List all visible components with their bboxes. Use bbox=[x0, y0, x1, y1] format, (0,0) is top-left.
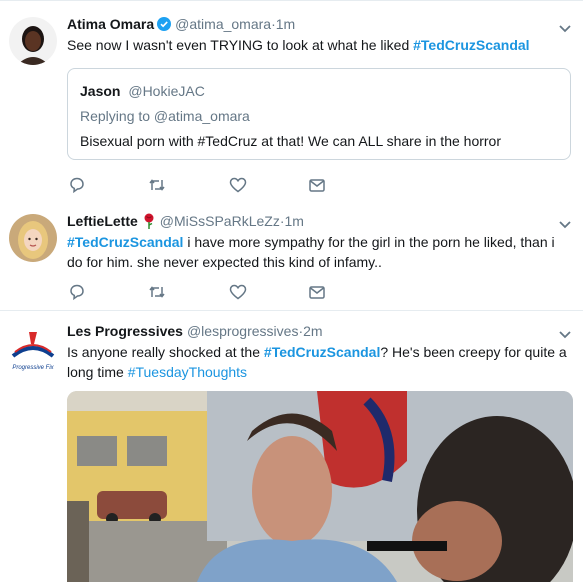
tweet-text: See now I wasn't even TRYING to look at … bbox=[67, 35, 567, 55]
media-photo bbox=[67, 391, 573, 582]
avatar[interactable] bbox=[9, 17, 57, 65]
retweet-icon[interactable] bbox=[147, 282, 167, 302]
tweet-media-image[interactable] bbox=[67, 391, 573, 582]
tweet-text-part1: Is anyone really shocked at the bbox=[67, 344, 264, 360]
quoted-tweet-text: Bisexual porn with #TedCruz at that! We … bbox=[80, 133, 502, 149]
tweet-text-line2: long time bbox=[67, 364, 128, 380]
rose-emoji-icon bbox=[142, 213, 156, 229]
tweet-text-line1: i have more sympathy for the girl in the… bbox=[183, 234, 555, 250]
tweet-text-body: See now I wasn't even TRYING to look at … bbox=[67, 37, 414, 53]
tweet-text: Is anyone really shocked at the #TedCruz… bbox=[67, 342, 567, 382]
logo-text: Progressive Fix bbox=[12, 365, 54, 371]
caret-down-icon[interactable] bbox=[557, 326, 573, 342]
like-icon[interactable] bbox=[228, 175, 248, 195]
hashtag-link[interactable]: #TedCruzScandal bbox=[413, 37, 529, 53]
tweet-text-part2: ? He's been creepy for quite a bbox=[380, 344, 567, 360]
caret-down-icon[interactable] bbox=[557, 216, 573, 232]
quoted-tweet[interactable]: Jason @HokieJAC Replying to @atima_omara… bbox=[67, 68, 571, 160]
quoted-display-name: Jason bbox=[80, 83, 121, 99]
like-icon[interactable] bbox=[228, 282, 248, 302]
timestamp[interactable]: 2m bbox=[303, 323, 322, 339]
timestamp[interactable]: 1m bbox=[285, 213, 304, 229]
verified-badge-icon bbox=[157, 17, 172, 31]
user-handle[interactable]: @MiSsSPaRkLeZz bbox=[160, 213, 280, 229]
tweet-leftielette[interactable]: LeftieLette @MiSsSPaRkLeZz · 1m #TedCruz… bbox=[0, 202, 583, 311]
tweet-text: #TedCruzScandal i have more sympathy for… bbox=[67, 232, 567, 272]
retweet-icon[interactable] bbox=[147, 175, 167, 195]
tweet-text-line2: do for him. she never expected this kind… bbox=[67, 254, 382, 270]
caret-down-icon[interactable] bbox=[557, 20, 573, 36]
avatar[interactable] bbox=[9, 214, 57, 262]
user-handle[interactable]: @atima_omara bbox=[175, 16, 271, 32]
hashtag-link[interactable]: #TedCruzScandal bbox=[264, 344, 380, 360]
user-handle[interactable]: @lesprogressives bbox=[187, 323, 298, 339]
hashtag-link[interactable]: #TedCruzScandal bbox=[67, 234, 183, 250]
display-name[interactable]: Atima Omara bbox=[67, 16, 154, 32]
reply-icon[interactable] bbox=[67, 175, 87, 195]
reply-icon[interactable] bbox=[67, 282, 87, 302]
quoted-user-handle: @HokieJAC bbox=[128, 83, 205, 99]
tweet-actions bbox=[67, 282, 347, 302]
progressive-fix-logo: Progressive Fix bbox=[11, 332, 55, 371]
tweet-atima-omara[interactable]: Atima Omara @atima_omara · 1m See now I … bbox=[0, 0, 583, 203]
dm-icon[interactable] bbox=[307, 175, 327, 195]
timestamp[interactable]: 1m bbox=[276, 16, 295, 32]
display-name[interactable]: Les Progressives bbox=[67, 323, 183, 339]
display-name[interactable]: LeftieLette bbox=[67, 213, 138, 229]
tweet-actions bbox=[67, 175, 347, 195]
avatar[interactable]: Progressive Fix bbox=[7, 326, 59, 378]
tweet-les-progressives[interactable]: Progressive Fix Les Progressives @lespro… bbox=[0, 311, 583, 582]
hashtag-link[interactable]: #TuesdayThoughts bbox=[128, 364, 247, 380]
dm-icon[interactable] bbox=[307, 282, 327, 302]
replying-to-text: Replying to @atima_omara bbox=[80, 108, 250, 124]
